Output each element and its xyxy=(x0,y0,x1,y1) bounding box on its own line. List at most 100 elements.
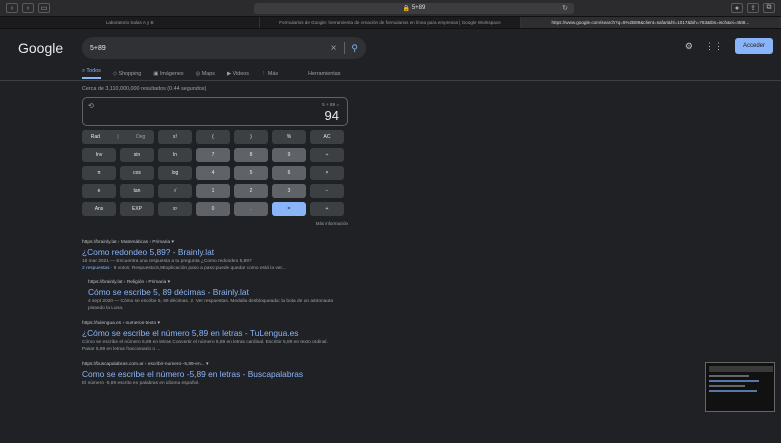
result-url[interactable]: https://brainly.lat › Matemáticas › Prim… xyxy=(82,240,337,245)
calc-key-rad-deg[interactable]: Rad | Deg xyxy=(82,130,154,144)
browser-tab[interactable]: Formularios de Google: herramienta de cr… xyxy=(260,17,521,28)
video-icon: ▶ xyxy=(226,70,232,77)
more-info-link[interactable]: Más información xyxy=(82,221,348,226)
more-options-icon[interactable]: ▾ xyxy=(168,280,170,285)
calc-key[interactable]: AC xyxy=(310,130,344,144)
result-stats: Cerca de 3,110,000,000 resultados (0.44 … xyxy=(82,86,207,92)
calc-key[interactable]: 6 xyxy=(272,166,306,180)
calculator-expression: 5 + 89 = xyxy=(322,102,339,107)
calc-key[interactable]: 4 xyxy=(196,166,230,180)
browser-toolbar: ‹ › ▭ 🔒 5+89 ↻ ● ⇪ ⧉ xyxy=(0,0,781,17)
more-options-icon[interactable]: ▾ xyxy=(157,321,159,326)
calc-key[interactable]: 3 xyxy=(272,184,306,198)
search-result: https://brainly.lat › Religión › Primari… xyxy=(88,280,343,312)
calc-key[interactable]: EXP xyxy=(120,202,154,216)
apps-grid-icon[interactable]: ⋮⋮ xyxy=(705,41,723,52)
calc-key[interactable]: x! xyxy=(158,130,192,144)
search-input[interactable]: 5+89 xyxy=(90,45,331,52)
calc-key[interactable]: 1 xyxy=(196,184,230,198)
browser-tab-active[interactable]: https://www.google.com/search?q=5%2B89&c… xyxy=(520,17,781,28)
tabs-overview-icon[interactable]: ⧉ xyxy=(763,3,775,13)
search-divider xyxy=(344,42,346,54)
calc-key[interactable]: cos xyxy=(120,166,154,180)
reload-icon[interactable]: ↻ xyxy=(562,4,568,12)
calc-key[interactable]: sin xyxy=(120,148,154,162)
address-text: 5+89 xyxy=(411,5,426,11)
calc-key-equals[interactable]: = xyxy=(272,202,306,216)
calculator-display: ⟲ 5 + 89 = 94 xyxy=(82,97,348,126)
result-title[interactable]: Como se escribe el número -5,89 en letra… xyxy=(82,369,337,379)
image-icon: ▣ xyxy=(153,70,159,77)
calc-key[interactable]: . xyxy=(234,202,268,216)
tab-mas[interactable]: ⋮ Más xyxy=(261,71,278,77)
lock-icon: 🔒 xyxy=(402,5,412,12)
result-title[interactable]: ¿Cómo se escribe el número 5,89 en letra… xyxy=(82,328,337,338)
search-icon[interactable]: ⚲ xyxy=(351,43,358,54)
tab-maps[interactable]: ◎ Maps xyxy=(196,71,215,77)
result-title[interactable]: Cómo se escribe 5, 89 décimas - Brainly.… xyxy=(88,287,343,297)
tools-button[interactable]: Herramientas xyxy=(308,71,340,77)
calc-key[interactable]: ÷ xyxy=(310,148,344,162)
calc-key[interactable]: e xyxy=(82,184,116,198)
result-title[interactable]: ¿Como redondeo 5,89? - Brainly.lat xyxy=(82,247,337,257)
address-bar[interactable]: 🔒 5+89 ↻ xyxy=(254,2,574,14)
calc-key[interactable]: Inv xyxy=(82,148,116,162)
result-url[interactable]: https://tulengua.es › numeros-texto ▾ xyxy=(82,321,337,326)
calc-key[interactable]: Ans xyxy=(82,202,116,216)
calc-key[interactable]: % xyxy=(272,130,306,144)
signin-button[interactable]: Acceder xyxy=(734,38,773,54)
answers-link[interactable]: 2 respuestas xyxy=(82,266,109,271)
calculator-keypad: Rad | Deg x! ( ) % AC Inv sin ln 7 8 9 ÷ π… xyxy=(82,130,348,216)
settings-gear-icon[interactable]: ⚙ xyxy=(685,41,693,52)
google-header: Google 5+89 × ⚲ ⚙ ⋮⋮ Acceder xyxy=(0,29,781,67)
map-pin-icon: ◎ xyxy=(195,70,201,77)
share-icon[interactable]: ⇪ xyxy=(747,3,759,13)
result-url[interactable]: https://brainly.lat › Religión › Primari… xyxy=(88,280,343,285)
sidebar-icon[interactable]: ▭ xyxy=(38,3,50,13)
search-box[interactable]: 5+89 × ⚲ xyxy=(82,37,366,59)
search-result: https://brainly.lat › Matemáticas › Prim… xyxy=(82,240,337,271)
calc-key[interactable]: 8 xyxy=(234,148,268,162)
screenshot-thumbnail[interactable] xyxy=(705,362,775,412)
search-result: https://buscapalabras.com.ar › escribir-… xyxy=(82,362,337,387)
more-options-icon[interactable]: ▾ xyxy=(206,362,208,367)
calculator-widget: ⟲ 5 + 89 = 94 Rad | Deg x! ( ) % AC Inv si… xyxy=(82,97,348,226)
clear-icon[interactable]: × xyxy=(331,43,337,54)
history-icon[interactable]: ⟲ xyxy=(88,102,94,110)
browser-tab[interactable]: Laboratorio Salas A y B xyxy=(0,17,261,28)
calc-key[interactable]: 7 xyxy=(196,148,230,162)
calc-key[interactable]: − xyxy=(310,184,344,198)
calc-key[interactable]: xʸ xyxy=(158,202,192,216)
back-icon[interactable]: ‹ xyxy=(6,3,18,13)
calc-key[interactable]: ) xyxy=(234,130,268,144)
calc-key[interactable]: tan xyxy=(120,184,154,198)
tag-icon: ◇ xyxy=(112,70,117,77)
calc-key[interactable]: ln xyxy=(158,148,192,162)
result-snippet: Cómo se escribe el número 5,89 en letras… xyxy=(82,340,328,352)
result-url[interactable]: https://buscapalabras.com.ar › escribir-… xyxy=(82,362,337,367)
calc-key[interactable]: + xyxy=(310,202,344,216)
calc-key[interactable]: 9 xyxy=(272,148,306,162)
calc-key[interactable]: ( xyxy=(196,130,230,144)
tab-shopping[interactable]: ◇ Shopping xyxy=(113,71,141,77)
more-options-icon[interactable]: ▾ xyxy=(172,240,174,245)
calc-key[interactable]: √ xyxy=(158,184,192,198)
result-snippet: 4 sept 2020 — Cómo se escribe 5, 89 déci… xyxy=(88,299,334,311)
calc-key[interactable]: 5 xyxy=(234,166,268,180)
results-column: Cerca de 3,110,000,000 resultados (0.44 … xyxy=(0,86,781,388)
forward-icon[interactable]: › xyxy=(22,3,34,13)
tab-imagenes[interactable]: ▣ Imágenes xyxy=(153,71,183,77)
shield-icon[interactable]: ● xyxy=(731,3,743,13)
tab-videos[interactable]: ▶ Videos xyxy=(227,71,249,77)
calc-key[interactable]: 0 xyxy=(196,202,230,216)
calc-key[interactable]: π xyxy=(82,166,116,180)
calc-key[interactable]: log xyxy=(158,166,192,180)
more-icon: ⋮ xyxy=(260,70,267,77)
google-logo[interactable]: Google xyxy=(18,40,82,56)
result-snippet: 18 mar 2021 — Encuentra una respuesta a … xyxy=(82,259,252,264)
calc-key[interactable]: × xyxy=(310,166,344,180)
calculator-result: 94 xyxy=(324,108,339,123)
tab-todos[interactable]: ⌕ Todos xyxy=(82,68,101,79)
calc-key[interactable]: 2 xyxy=(234,184,268,198)
search-results: https://brainly.lat › Matemáticas › Prim… xyxy=(82,240,781,388)
